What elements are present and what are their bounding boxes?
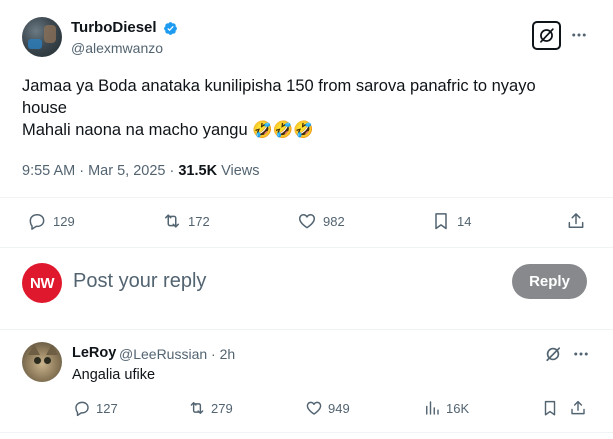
share-action[interactable] bbox=[566, 211, 586, 231]
views-icon bbox=[426, 401, 439, 415]
verified-badge-icon bbox=[164, 22, 177, 35]
grok-icon[interactable] bbox=[543, 344, 563, 364]
tweet-text-line: Jamaa ya Boda anataka kunilipisha 150 fr… bbox=[22, 77, 536, 95]
reply-icon bbox=[29, 214, 45, 230]
more-icon[interactable] bbox=[570, 26, 588, 44]
reply-author-handle[interactable]: @LeeRussian · 2h bbox=[119, 346, 235, 362]
views-count: 31.5K bbox=[178, 163, 218, 179]
grok-button[interactable] bbox=[532, 21, 561, 50]
reply-count: 129 bbox=[53, 213, 75, 229]
bookmark-icon bbox=[435, 213, 447, 230]
bookmark-action[interactable]: 14 bbox=[431, 211, 471, 231]
reply-text: Angalia ufike bbox=[72, 367, 156, 383]
divider bbox=[0, 247, 613, 248]
reply-button[interactable]: Reply bbox=[512, 264, 587, 299]
repost-icon bbox=[165, 214, 179, 228]
tweet-text-line: house bbox=[22, 99, 67, 117]
repost-icon bbox=[190, 402, 204, 414]
views-label: Views bbox=[217, 163, 260, 179]
divider bbox=[0, 197, 613, 198]
grok-icon bbox=[540, 28, 554, 43]
divider bbox=[0, 432, 613, 433]
share-icon bbox=[568, 213, 584, 228]
tweet-timestamp[interactable]: 9:55 AM · Mar 5, 2025 · bbox=[22, 163, 178, 179]
reply-reply-count: 127 bbox=[96, 400, 118, 416]
reply-like-count: 949 bbox=[328, 400, 350, 416]
reply-author-name[interactable]: LeRoy bbox=[72, 345, 116, 361]
reply-views-count: 16K bbox=[446, 400, 470, 416]
reply-reply-action[interactable]: 127 bbox=[73, 399, 118, 417]
like-action[interactable]: 982 bbox=[297, 211, 345, 231]
author-avatar[interactable] bbox=[22, 17, 62, 57]
like-icon bbox=[306, 401, 322, 415]
repost-count: 172 bbox=[188, 213, 210, 229]
reply-icon bbox=[75, 401, 89, 417]
bookmark-icon[interactable] bbox=[541, 399, 559, 417]
more-icon[interactable] bbox=[572, 345, 590, 363]
like-count: 982 bbox=[323, 213, 345, 229]
reply-views-action[interactable]: 16K bbox=[423, 399, 469, 417]
reply-author-avatar[interactable] bbox=[22, 342, 62, 382]
reply-repost-action[interactable]: 279 bbox=[188, 399, 233, 417]
reply-like-action[interactable]: 949 bbox=[305, 399, 350, 417]
reply-action[interactable]: 129 bbox=[27, 211, 75, 231]
share-icon[interactable] bbox=[569, 399, 587, 417]
reply-input[interactable]: Post your reply bbox=[73, 270, 206, 293]
tweet-text-line: Mahali naona na macho yangu 🤣🤣🤣 bbox=[22, 121, 314, 139]
tweet-text: Jamaa ya Boda anataka kunilipisha 150 fr… bbox=[22, 75, 582, 141]
author-handle[interactable]: @alexmwanzo bbox=[71, 40, 163, 56]
current-user-avatar: NW bbox=[22, 263, 62, 303]
repost-action[interactable]: 172 bbox=[162, 211, 210, 231]
divider bbox=[0, 329, 613, 330]
reply-repost-count: 279 bbox=[211, 400, 233, 416]
tweet-meta: 9:55 AM · Mar 5, 2025 · 31.5K Views bbox=[22, 163, 260, 179]
author-display-name[interactable]: TurboDiesel bbox=[71, 19, 157, 36]
like-icon bbox=[298, 214, 316, 229]
bookmark-count: 14 bbox=[457, 213, 472, 229]
